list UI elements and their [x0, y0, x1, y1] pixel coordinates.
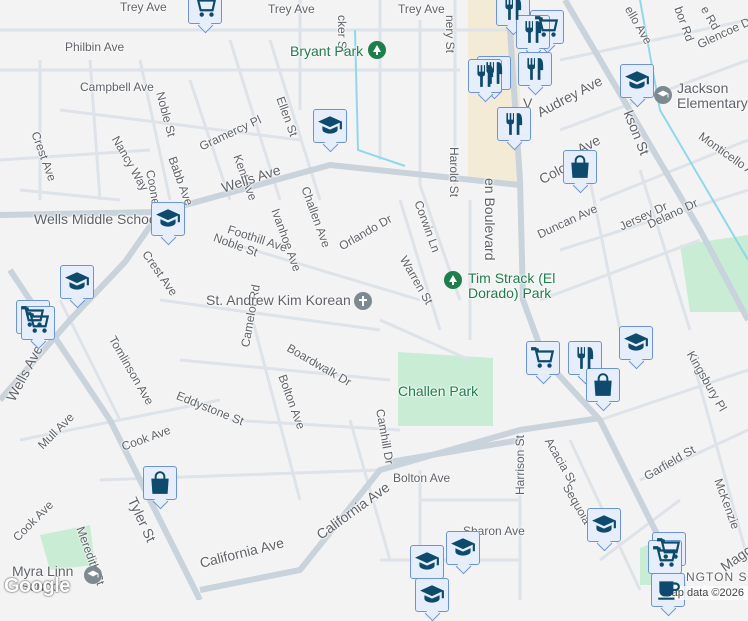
- tim-strack-park-label[interactable]: Tim Strack (El: [468, 270, 555, 286]
- shopping-cart-icon: [652, 544, 678, 570]
- school-pin-icon[interactable]: [654, 86, 672, 104]
- challen-park-label[interactable]: Challen Park: [398, 383, 478, 399]
- restaurant-marker[interactable]: [518, 52, 552, 86]
- shopping-marker[interactable]: [648, 540, 682, 574]
- bryant-park-label[interactable]: Bryant Park: [290, 43, 363, 59]
- restaurant-marker[interactable]: [516, 15, 550, 49]
- fork-knife-icon: [520, 19, 546, 45]
- store-marker[interactable]: [586, 368, 620, 402]
- park-icon[interactable]: [444, 271, 462, 289]
- restaurant-marker[interactable]: [497, 107, 531, 141]
- fork-knife-icon: [501, 111, 527, 137]
- school-marker[interactable]: [313, 109, 347, 143]
- california-ave-road: [200, 418, 600, 590]
- fork-knife-icon: [572, 345, 598, 371]
- school-marker[interactable]: [60, 265, 94, 299]
- street-label: Trey Ave: [268, 2, 315, 16]
- graduation-cap-icon: [623, 330, 649, 356]
- shopping-cart-icon: [530, 345, 556, 371]
- jackson-elementary-label[interactable]: Elementary: [677, 95, 748, 111]
- shopping-marker[interactable]: [188, 0, 222, 24]
- street-label: Trey Ave: [398, 2, 445, 16]
- shopping-cart-icon: [192, 0, 218, 20]
- shopping-bag-icon: [590, 372, 616, 398]
- restaurant-marker[interactable]: [568, 341, 602, 375]
- restaurant-marker[interactable]: [468, 59, 502, 93]
- street-label: Campbell Ave: [80, 80, 154, 94]
- school-marker[interactable]: [620, 64, 654, 98]
- graduation-cap-icon: [591, 512, 617, 538]
- jackson-elementary-label[interactable]: Jackson: [677, 80, 728, 96]
- street-label: Harrison St: [513, 435, 527, 495]
- store-marker[interactable]: [563, 150, 597, 184]
- google-logo[interactable]: Google: [4, 575, 70, 598]
- graduation-cap-icon: [419, 582, 445, 608]
- shopping-marker[interactable]: [526, 341, 560, 375]
- bolton-ave-road: [390, 440, 520, 462]
- graduation-cap-icon: [414, 549, 440, 575]
- fork-knife-icon: [522, 56, 548, 82]
- street-label: Harold St: [447, 147, 461, 197]
- street-label: nery St: [443, 15, 457, 53]
- graduation-cap-icon: [64, 269, 90, 295]
- church-icon[interactable]: [354, 292, 372, 310]
- graduation-cap-icon: [450, 535, 476, 561]
- shopping-bag-icon: [147, 470, 173, 496]
- street-label: NGTON S: [686, 570, 747, 584]
- shopping-cart-icon: [25, 310, 51, 336]
- graduation-cap-icon: [155, 206, 181, 232]
- school-marker[interactable]: [151, 202, 185, 236]
- street-label: Trey Ave: [120, 0, 167, 14]
- school-pin-icon[interactable]: [84, 566, 102, 584]
- st-andrew-label[interactable]: St. Andrew Kim Korean: [206, 292, 351, 308]
- wells-middle-school-label[interactable]: Wells Middle School: [34, 211, 160, 227]
- tim-strack-park-label[interactable]: Dorado) Park: [468, 285, 551, 301]
- shopping-marker[interactable]: [21, 306, 55, 340]
- school-marker[interactable]: [587, 508, 621, 542]
- store-marker[interactable]: [143, 466, 177, 500]
- street-label: en Boulevard: [482, 178, 498, 261]
- street-label: Philbin Ave: [65, 40, 124, 54]
- school-marker[interactable]: [446, 531, 480, 565]
- graduation-cap-icon: [317, 113, 343, 139]
- fork-knife-icon: [472, 63, 498, 89]
- school-marker[interactable]: [619, 326, 653, 360]
- shopping-bag-icon: [567, 154, 593, 180]
- coffee-cup-icon: [655, 577, 681, 603]
- street-label: Bolton Ave: [393, 471, 450, 485]
- graduation-cap-icon: [624, 68, 650, 94]
- park-icon[interactable]: [368, 41, 386, 59]
- cafe-marker[interactable]: [651, 573, 685, 607]
- school-marker[interactable]: [415, 578, 449, 612]
- school-marker[interactable]: [410, 545, 444, 579]
